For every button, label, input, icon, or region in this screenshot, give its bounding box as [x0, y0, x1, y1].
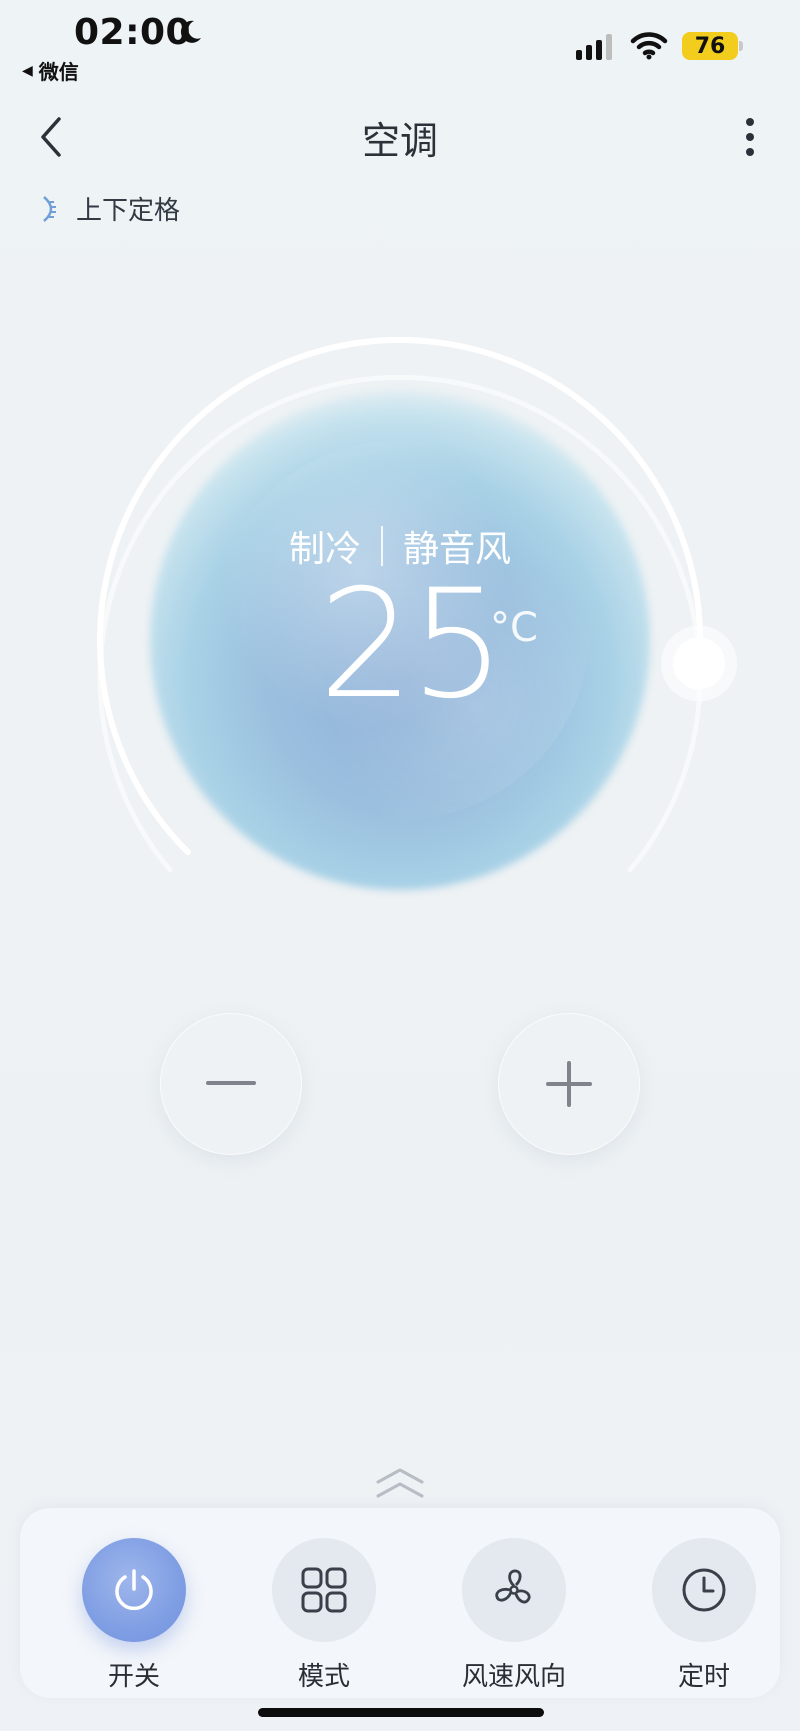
battery-icon: 76	[682, 32, 738, 60]
decrease-temperature-button[interactable]	[160, 1013, 302, 1155]
power-button[interactable]	[82, 1538, 186, 1642]
moon-icon	[180, 20, 201, 43]
back-app-label: 微信	[38, 60, 79, 84]
timer-control[interactable]: 定时	[629, 1538, 779, 1693]
minus-icon	[206, 1081, 256, 1085]
page-title: 空调	[361, 119, 438, 163]
battery-level: 76	[694, 33, 726, 59]
more-vertical-icon	[746, 118, 754, 156]
temperature-unit: °C	[490, 605, 538, 651]
signal-icon	[576, 34, 612, 60]
status-bar: 02:00 ◀ 微信 76	[0, 0, 800, 90]
dial-knob	[673, 637, 726, 690]
more-button[interactable]	[730, 112, 770, 162]
power-control[interactable]: 开关	[59, 1538, 209, 1693]
wifi-icon	[630, 32, 668, 60]
clock-icon	[682, 1568, 726, 1612]
mode-control-label: 模式	[297, 1662, 350, 1692]
mode-button[interactable]	[272, 1538, 376, 1642]
swing-vertical-icon	[43, 195, 56, 222]
fan-control[interactable]: 风速风向	[439, 1538, 589, 1693]
back-triangle-icon: ◀	[22, 62, 33, 79]
increase-temperature-button[interactable]	[498, 1013, 640, 1155]
status-time: 02:00	[74, 12, 192, 53]
battery-cap	[739, 41, 743, 51]
back-to-app-link[interactable]: ◀ 微信	[22, 56, 79, 85]
swing-label: 上下定格	[76, 196, 181, 226]
home-indicator	[258, 1708, 544, 1717]
chevron-up-icon	[376, 1468, 424, 1484]
swing-status[interactable]: 上下定格	[40, 190, 180, 227]
temperature-dial[interactable]: 制冷 静音风 25 °C	[60, 300, 740, 980]
mode-control[interactable]: 模式	[249, 1538, 399, 1693]
expand-panel-handle[interactable]	[376, 1466, 424, 1502]
fan-icon	[495, 1569, 531, 1604]
timer-label: 定时	[677, 1662, 730, 1692]
timer-button[interactable]	[652, 1538, 756, 1642]
grid-icon	[301, 1567, 347, 1613]
control-panel: 开关 模式 风速风向 定时	[20, 1508, 780, 1698]
power-label: 开关	[107, 1662, 160, 1692]
power-icon	[115, 1569, 153, 1611]
fan-control-label: 风速风向	[461, 1662, 566, 1692]
fan-button[interactable]	[462, 1538, 566, 1642]
plus-icon	[546, 1061, 592, 1107]
